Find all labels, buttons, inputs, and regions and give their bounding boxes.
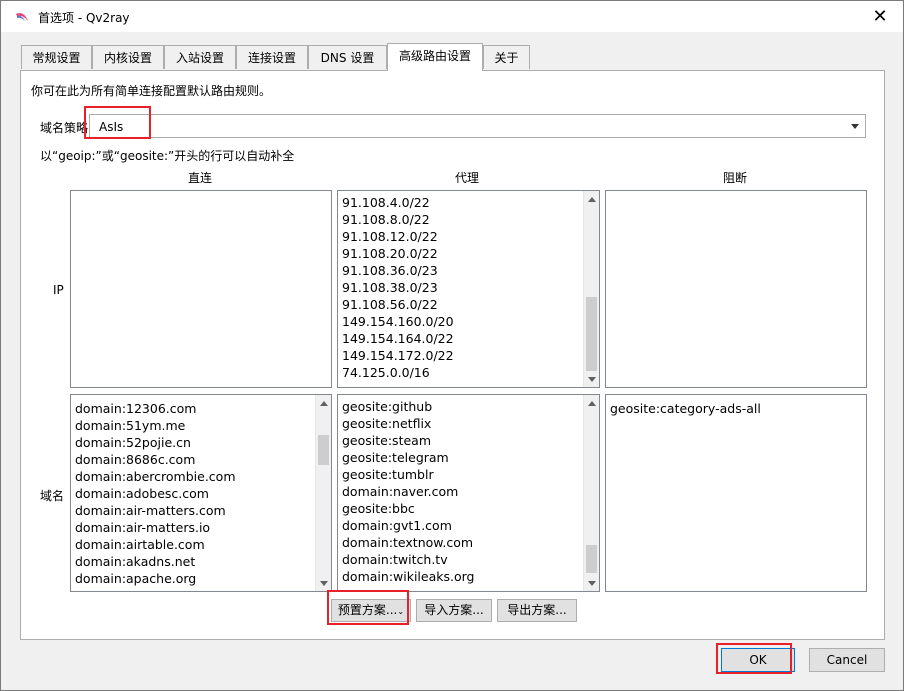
list-line: 149.154.164.0/22 xyxy=(342,331,454,346)
tab-dns[interactable]: DNS 设置 xyxy=(308,45,387,69)
list-line: domain:8686c.com xyxy=(75,452,196,467)
domain-direct-textbox[interactable]: domain:12306.com domain:51ym.me domain:52p… xyxy=(70,394,332,592)
list-line: domain:gvt1.com xyxy=(342,518,452,533)
list-line: domain:air-matters.com xyxy=(75,503,226,518)
list-line: geosite:category-ads-all xyxy=(610,401,761,416)
list-line: 91.108.56.0/22 xyxy=(342,297,438,312)
preset-scheme-label: 预置方案... xyxy=(337,603,398,617)
preset-scheme-button[interactable]: 预置方案...⌄ xyxy=(331,599,411,622)
ok-button[interactable]: OK xyxy=(721,648,795,672)
scroll-down-icon[interactable] xyxy=(584,371,599,387)
scroll-up-icon[interactable] xyxy=(584,191,599,207)
autocomplete-hint: 以“geoip:”或“geosite:”开头的行可以自动补全 xyxy=(40,149,295,163)
tab-general[interactable]: 常规设置 xyxy=(21,45,92,69)
tab-connection[interactable]: 连接设置 xyxy=(236,45,308,69)
list-line: 91.108.8.0/22 xyxy=(342,212,430,227)
ip-proxy-scrollbar[interactable] xyxy=(583,191,599,387)
list-line: domain:apache.org xyxy=(75,571,197,586)
row-domain-label: 域名 xyxy=(40,489,65,503)
title-bar: 首选项 - Qv2ray ✕ xyxy=(1,1,903,32)
dropdown-arrow-icon: ⌄ xyxy=(397,607,405,616)
tab-advanced-routing[interactable]: 高级路由设置 xyxy=(387,43,483,71)
scroll-down-icon[interactable] xyxy=(584,575,599,591)
window-title: 首选项 - Qv2ray xyxy=(38,11,130,25)
routing-description: 你可在此为所有简单连接配置默认路由规则。 xyxy=(31,84,272,98)
list-line: geosite:github xyxy=(342,399,433,414)
list-line: domain:abercrombie.com xyxy=(75,469,236,484)
cancel-button[interactable]: Cancel xyxy=(809,648,885,672)
close-icon[interactable]: ✕ xyxy=(857,1,903,32)
scroll-up-icon[interactable] xyxy=(584,395,599,411)
qv2ray-logo-icon xyxy=(16,13,28,21)
list-line: domain:51ym.me xyxy=(75,418,186,433)
ip-direct-textbox[interactable] xyxy=(70,190,332,388)
export-scheme-button[interactable]: 导出方案... xyxy=(497,599,577,622)
list-line: domain:adobesc.com xyxy=(75,486,209,501)
tab-kernel[interactable]: 内核设置 xyxy=(92,45,164,69)
scroll-thumb[interactable] xyxy=(586,297,597,371)
list-line: 91.108.38.0/23 xyxy=(342,280,438,295)
domain-direct-scrollbar[interactable] xyxy=(315,395,331,591)
tab-about[interactable]: 关于 xyxy=(483,45,530,69)
domain-strategy-select[interactable]: AsIs xyxy=(89,114,866,138)
row-ip-label: IP xyxy=(53,283,64,297)
tab-inbound[interactable]: 入站设置 xyxy=(164,45,236,69)
list-line: 149.154.160.0/20 xyxy=(342,314,454,329)
list-line: 91.108.4.0/22 xyxy=(342,195,430,210)
list-line: domain:akadns.net xyxy=(75,554,196,569)
list-line: 91.108.12.0/22 xyxy=(342,229,438,244)
preferences-window: 首选项 - Qv2ray ✕ 常规设置 内核设置 入站设置 连接设置 DNS 设… xyxy=(0,0,904,691)
list-line: domain:textnow.com xyxy=(342,535,474,550)
domain-proxy-scrollbar[interactable] xyxy=(583,395,599,591)
list-line: geosite:telegram xyxy=(342,450,449,465)
domain-strategy-label: 域名策略 xyxy=(40,121,89,135)
column-block-header: 阻断 xyxy=(722,171,747,185)
list-line: domain:12306.com xyxy=(75,401,197,416)
chevron-down-icon xyxy=(851,124,859,129)
list-line: geosite:steam xyxy=(342,433,432,448)
list-line: 91.108.20.0/22 xyxy=(342,246,438,261)
import-scheme-button[interactable]: 导入方案... xyxy=(416,599,492,622)
scroll-down-icon[interactable] xyxy=(316,575,331,591)
scroll-thumb[interactable] xyxy=(586,545,597,573)
list-line: domain:naver.com xyxy=(342,484,459,499)
list-line: 149.154.172.0/22 xyxy=(342,348,454,363)
ip-block-textbox[interactable] xyxy=(605,190,867,388)
list-line: 91.108.36.0/23 xyxy=(342,263,438,278)
list-line: 74.125.0.0/16 xyxy=(342,365,430,380)
column-direct-header: 直连 xyxy=(187,171,212,185)
scroll-thumb[interactable] xyxy=(318,435,329,465)
domain-strategy-value: AsIs xyxy=(99,120,124,134)
list-line: domain:52pojie.cn xyxy=(75,435,191,450)
list-line: domain:air-matters.io xyxy=(75,520,211,535)
list-line: geosite:tumblr xyxy=(342,467,434,482)
ip-proxy-textbox[interactable]: 91.108.4.0/22 91.108.8.0/22 91.108.12.0/22… xyxy=(337,190,600,388)
routing-panel: 你可在此为所有简单连接配置默认路由规则。 域名策略 AsIs 以“geoip:”… xyxy=(20,70,885,640)
list-line: domain:twitch.tv xyxy=(342,552,448,567)
column-proxy-header: 代理 xyxy=(454,171,479,185)
domain-block-textbox[interactable]: geosite:category-ads-all xyxy=(605,394,867,592)
scroll-up-icon[interactable] xyxy=(316,395,331,411)
list-line: domain:airtable.com xyxy=(75,537,205,552)
domain-proxy-textbox[interactable]: geosite:github geosite:netflix geosite:ste… xyxy=(337,394,600,592)
list-line: domain:wikileaks.org xyxy=(342,569,475,584)
list-line: geosite:bbc xyxy=(342,501,415,516)
list-line: geosite:netflix xyxy=(342,416,432,431)
